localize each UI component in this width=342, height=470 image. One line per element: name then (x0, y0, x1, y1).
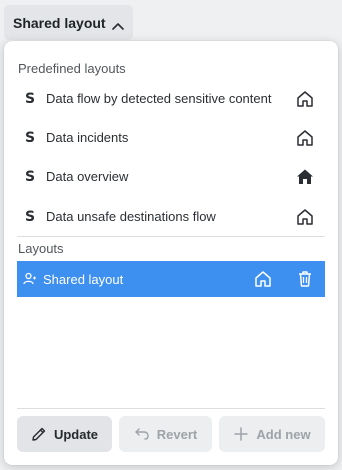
s-logo-icon: S (24, 208, 36, 225)
home-outline-icon[interactable] (295, 207, 315, 227)
revert-button[interactable]: Revert (119, 416, 212, 452)
layout-item-selected[interactable]: Shared layout (17, 261, 325, 297)
undo-icon (135, 428, 149, 440)
home-outline-icon[interactable] (295, 89, 315, 109)
update-button-label: Update (53, 426, 99, 442)
predefined-layout-label: Data unsafe destinations flow (46, 209, 216, 224)
layout-dropdown-panel: Predefined layouts S Data flow by detect… (4, 41, 338, 465)
section-divider (17, 236, 325, 237)
add-new-button-label: Add new (256, 426, 311, 442)
predefined-layouts-heading: Predefined layouts (18, 61, 126, 76)
home-outline-icon[interactable] (295, 128, 315, 148)
predefined-layout-item[interactable]: S Data flow by detected sensitive conten… (17, 79, 325, 118)
pencil-icon (32, 427, 46, 441)
predefined-layout-label: Data incidents (46, 130, 129, 145)
update-button[interactable]: Update (17, 416, 112, 452)
plus-icon (234, 427, 249, 441)
footer-divider (17, 408, 325, 409)
trash-icon[interactable] (295, 269, 315, 289)
s-logo-icon: S (24, 90, 36, 107)
home-filled-icon[interactable] (295, 167, 315, 187)
s-logo-icon: S (24, 168, 36, 185)
shared-user-icon (23, 272, 37, 286)
layout-selector-label: Shared layout (13, 14, 106, 31)
revert-button-label: Revert (156, 426, 198, 442)
home-outline-icon[interactable] (253, 269, 273, 289)
predefined-layout-item[interactable]: S Data incidents (17, 118, 325, 157)
layouts-heading: Layouts (18, 241, 64, 256)
predefined-layout-item[interactable]: S Data overview (17, 157, 325, 196)
predefined-layout-label: Data overview (46, 169, 129, 184)
layout-selector-trigger[interactable]: Shared layout (4, 5, 133, 40)
predefined-layout-label: Data flow by detected sensitive content (46, 91, 272, 106)
background-fragment (0, 64, 3, 76)
chevron-up-icon (112, 17, 124, 33)
add-new-button[interactable]: Add new (219, 416, 325, 452)
s-logo-icon: S (24, 129, 36, 146)
predefined-layout-item[interactable]: S Data unsafe destinations flow (17, 197, 325, 236)
layout-item-label: Shared layout (43, 271, 124, 287)
